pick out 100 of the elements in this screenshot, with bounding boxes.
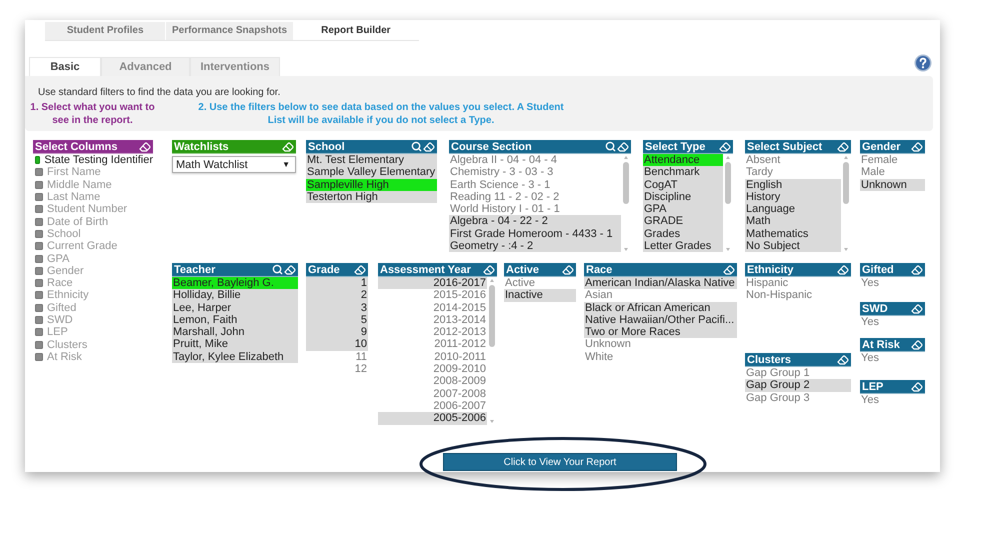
- eraser-icon[interactable]: [911, 303, 923, 314]
- filter-option[interactable]: 2016-2017: [378, 277, 487, 290]
- column-label: Student Number: [47, 203, 128, 216]
- filter-option[interactable]: 2006-2007: [378, 400, 487, 412]
- filter-option[interactable]: GPA: [643, 203, 723, 216]
- eraser-icon[interactable]: [911, 381, 923, 392]
- checkbox[interactable]: [35, 242, 43, 250]
- checkbox[interactable]: [35, 156, 40, 164]
- filter-option[interactable]: American Indian/Alaska Native: [584, 277, 737, 290]
- filter-option[interactable]: Two or More Races: [584, 326, 737, 338]
- checkbox[interactable]: [35, 316, 43, 324]
- checkbox[interactable]: [35, 328, 43, 336]
- view-report-button[interactable]: Click to View Your Report: [443, 453, 677, 471]
- checkbox[interactable]: [35, 218, 43, 226]
- filter-option[interactable]: First Grade Homeroom - 4433 - 1: [449, 228, 621, 240]
- sub-tab[interactable]: Basic: [29, 57, 101, 76]
- eraser-icon[interactable]: [483, 264, 495, 275]
- filter-header: Grade: [306, 263, 368, 277]
- filter-option[interactable]: Pruitt, Mike: [172, 338, 298, 351]
- filter-option[interactable]: 2: [306, 289, 368, 302]
- filter-option[interactable]: Black or African American: [584, 302, 737, 314]
- eraser-icon[interactable]: [837, 264, 849, 275]
- filter-option[interactable]: Taylor, Kylee Elizabeth: [172, 350, 298, 364]
- search-icon[interactable]: [605, 141, 616, 152]
- filter-option[interactable]: Lemon, Faith: [172, 314, 298, 326]
- filter-header: Active: [504, 263, 576, 277]
- filter-option[interactable]: Holliday, Billie: [172, 289, 298, 302]
- filter-option[interactable]: History: [745, 190, 841, 204]
- filter-option[interactable]: No Subject: [745, 240, 841, 252]
- filter-option[interactable]: Marshall, John: [172, 326, 298, 338]
- filter-option[interactable]: Unknown: [860, 178, 925, 191]
- column-label: First Name: [47, 166, 101, 178]
- filter-option[interactable]: Mathematics: [745, 228, 841, 240]
- filter-option[interactable]: 5: [306, 314, 368, 326]
- top-tab[interactable]: Report Builder: [294, 22, 419, 40]
- checkbox[interactable]: [35, 266, 43, 275]
- filter-option[interactable]: Beamer, Bayleigh G.: [172, 277, 298, 290]
- eraser-icon[interactable]: [723, 264, 735, 275]
- filter-option[interactable]: 3: [306, 302, 368, 314]
- filter-header: Watchlists: [172, 140, 296, 154]
- filter-option[interactable]: Attendance: [643, 154, 723, 166]
- filter-option[interactable]: 1: [306, 277, 368, 290]
- filter-option[interactable]: Gap Group 1: [745, 367, 851, 380]
- search-icon[interactable]: [411, 141, 422, 152]
- checkbox[interactable]: [35, 304, 43, 312]
- eraser-icon[interactable]: [719, 141, 731, 152]
- checkbox[interactable]: [35, 352, 43, 361]
- checkbox[interactable]: [35, 168, 43, 176]
- eraser-icon[interactable]: [911, 264, 923, 275]
- checkbox[interactable]: [35, 193, 43, 202]
- filter-option[interactable]: Native Hawaiian/Other Pacifi...: [584, 314, 737, 326]
- eraser-icon[interactable]: [837, 354, 849, 365]
- filter-option[interactable]: CogAT: [643, 178, 723, 191]
- eraser-icon[interactable]: [282, 141, 294, 152]
- checkbox[interactable]: [35, 279, 43, 288]
- eraser-icon[interactable]: [911, 141, 923, 152]
- checkbox[interactable]: [35, 230, 43, 238]
- eraser-icon[interactable]: [423, 141, 435, 152]
- checkbox[interactable]: [35, 254, 43, 263]
- eraser-icon[interactable]: [284, 264, 296, 275]
- scrollbar[interactable]: [841, 154, 851, 253]
- checkbox[interactable]: [35, 291, 43, 300]
- filter-option[interactable]: English: [745, 178, 841, 191]
- filter-option[interactable]: Grades: [643, 228, 723, 240]
- column-label: LEP: [47, 326, 68, 338]
- filter-option[interactable]: Gap Group 2: [745, 379, 851, 392]
- scrollbar[interactable]: [487, 277, 497, 425]
- filter-header: Gifted: [860, 263, 925, 277]
- eraser-icon[interactable]: [911, 339, 923, 350]
- eraser-icon[interactable]: [562, 264, 574, 275]
- filter-header: Course Section: [449, 140, 631, 154]
- filter-option[interactable]: Testerton High: [306, 190, 437, 204]
- filter-option[interactable]: Sample Valley Elementary: [306, 166, 437, 179]
- filter-option[interactable]: Algebra - 04 - 22 - 2: [449, 215, 621, 228]
- checkbox[interactable]: [35, 205, 43, 214]
- search-icon[interactable]: [272, 264, 283, 275]
- filter-option[interactable]: Mt. Test Elementary: [306, 154, 437, 166]
- help-icon[interactable]: [914, 54, 932, 72]
- filter-option[interactable]: Discipline: [643, 190, 723, 204]
- filter-option[interactable]: GRADE: [643, 215, 723, 228]
- scrollbar[interactable]: [723, 154, 733, 253]
- filter-option[interactable]: 2005-2006: [378, 412, 487, 425]
- eraser-icon[interactable]: [354, 264, 366, 275]
- filter-option[interactable]: Letter Grades: [643, 240, 723, 252]
- checkbox[interactable]: [35, 180, 43, 189]
- filter-option[interactable]: Benchmark: [643, 166, 723, 179]
- checkbox[interactable]: [35, 340, 43, 349]
- filter-option[interactable]: Math: [745, 215, 841, 228]
- eraser-icon[interactable]: [617, 141, 629, 152]
- filter-option[interactable]: Language: [745, 203, 841, 216]
- eraser-icon[interactable]: [837, 141, 849, 152]
- filter-option[interactable]: 9: [306, 326, 368, 338]
- filter-option[interactable]: Inactive: [504, 289, 576, 302]
- eraser-icon[interactable]: [139, 141, 151, 152]
- filter-option[interactable]: Lee, Harper: [172, 302, 298, 314]
- filter-option[interactable]: 10: [306, 338, 368, 351]
- filter-option[interactable]: Sampleville High: [306, 178, 437, 191]
- scrollbar[interactable]: [621, 154, 631, 253]
- watchlist-dropdown[interactable]: Math Watchlist ▼: [172, 156, 296, 173]
- filter-option[interactable]: Geometry - :4 - 2: [449, 240, 621, 252]
